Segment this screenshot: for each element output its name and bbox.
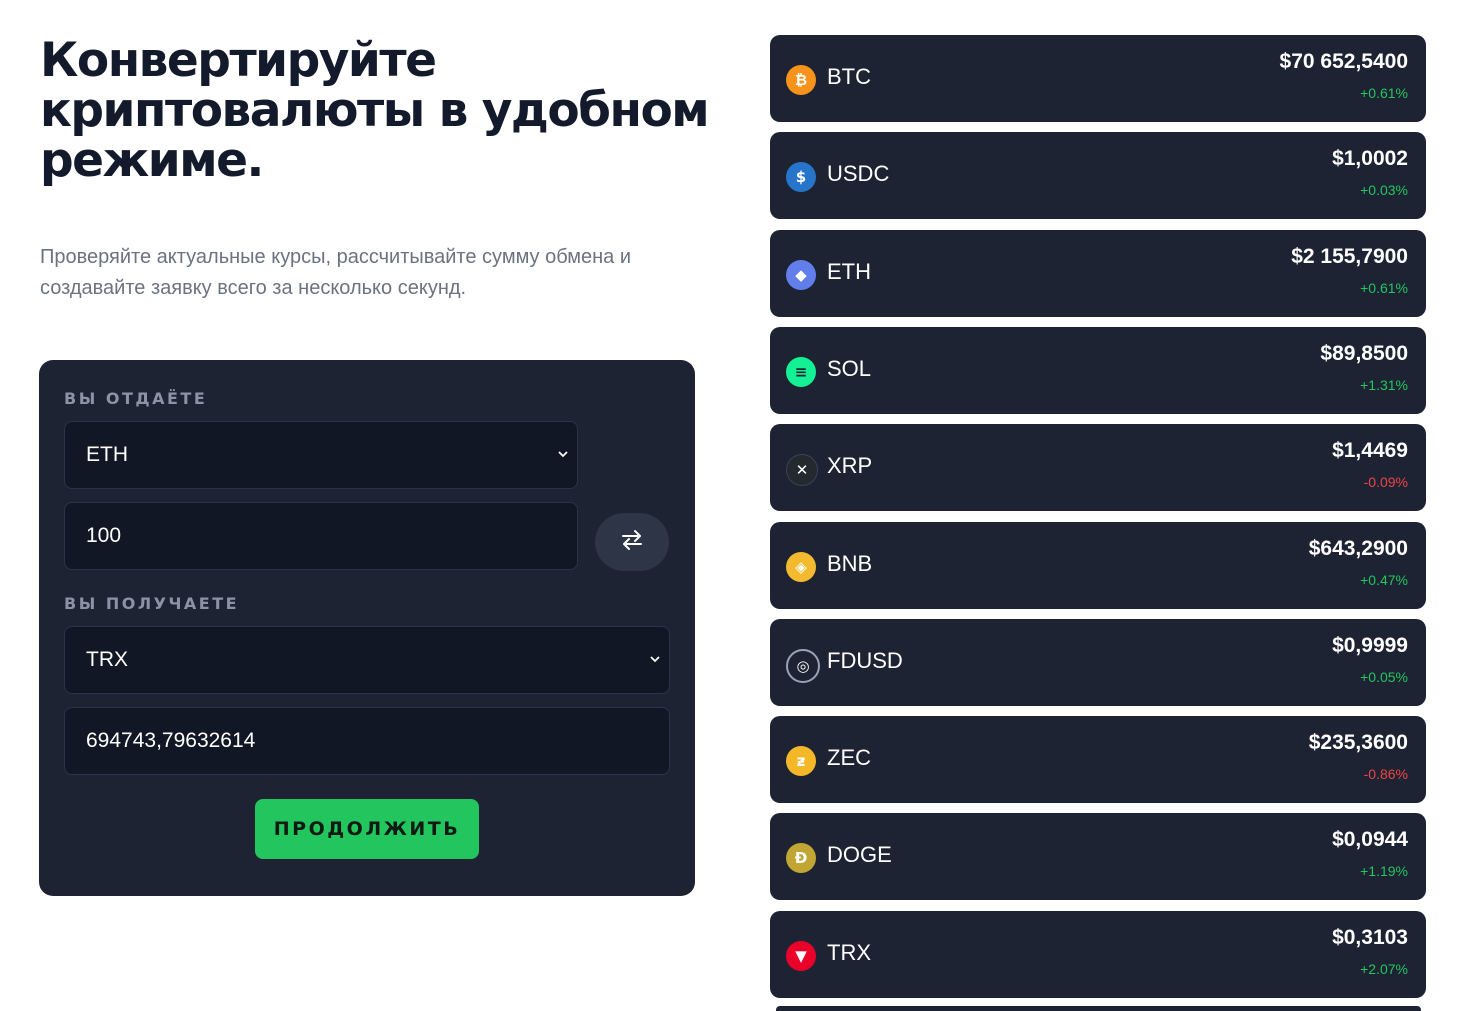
- coin-change: -0.86%: [1363, 766, 1408, 782]
- coin-change: +0.61%: [1360, 85, 1408, 101]
- coin-symbol: TRX: [827, 940, 871, 965]
- coin-change: +0.47%: [1360, 572, 1408, 588]
- converter-panel: ВЫ ОТДАЁТЕ ETH 100 ВЫ ПОЛУЧАЕТЕ TRX 6947…: [39, 360, 695, 896]
- usdc-icon: $: [786, 162, 816, 192]
- coin-change: +0.61%: [1360, 280, 1408, 296]
- get-amount-output[interactable]: 694743,79632614: [64, 707, 670, 775]
- rate-card-usdc[interactable]: $ USDC $1,0002 +0.03%: [770, 132, 1426, 219]
- coin-symbol: BTC: [827, 64, 871, 89]
- coin-change: -0.09%: [1363, 474, 1408, 490]
- coin-change: +0.05%: [1360, 669, 1408, 685]
- coin-price: $0,0944: [1332, 828, 1408, 851]
- coin-symbol: ZEC: [827, 745, 871, 770]
- coin-change: +0.03%: [1360, 182, 1408, 198]
- swap-button[interactable]: [595, 513, 669, 571]
- coin-change: +2.07%: [1360, 961, 1408, 977]
- get-label: ВЫ ПОЛУЧАЕТЕ: [64, 594, 240, 613]
- coin-symbol: XRP: [827, 453, 873, 478]
- rate-card-partial: [776, 1006, 1421, 1011]
- bnb-icon: ◈: [786, 552, 816, 582]
- tron-icon: ▼: [786, 941, 816, 971]
- ethereum-icon: ◆: [786, 260, 816, 290]
- give-label: ВЫ ОТДАЁТЕ: [64, 389, 208, 408]
- give-currency-select[interactable]: ETH: [64, 421, 578, 489]
- bitcoin-icon: ₿: [786, 65, 816, 95]
- rate-card-trx[interactable]: ▼ TRX $0,3103 +2.07%: [770, 911, 1426, 998]
- coin-price: $1,4469: [1332, 439, 1408, 462]
- swap-arrows-icon: [620, 529, 644, 556]
- coin-price: $0,9999: [1332, 634, 1408, 657]
- get-currency-value: TRX: [86, 648, 128, 671]
- page-subtitle: Проверяйте актуальные курсы, рассчитывай…: [40, 246, 632, 299]
- coin-symbol: BNB: [827, 551, 873, 576]
- rate-card-eth[interactable]: ◆ ETH $2 155,7900 +0.61%: [770, 230, 1426, 317]
- give-amount-input[interactable]: 100: [64, 502, 578, 570]
- dogecoin-icon: Ð: [786, 843, 816, 873]
- get-currency-select[interactable]: TRX: [64, 626, 670, 694]
- page: Конвертируйте криптовалюты в удобном реж…: [0, 0, 1481, 1011]
- xrp-icon: ✕: [786, 454, 818, 486]
- rate-card-xrp[interactable]: ✕ XRP $1,4469 -0.09%: [770, 424, 1426, 511]
- rate-card-sol[interactable]: ≡ SOL $89,8500 +1.31%: [770, 327, 1426, 414]
- coin-price: $89,8500: [1320, 342, 1408, 365]
- coin-symbol: ETH: [827, 259, 871, 284]
- rate-card-doge[interactable]: Ð DOGE $0,0944 +1.19%: [770, 813, 1426, 900]
- coin-price: $70 652,5400: [1279, 50, 1408, 73]
- give-amount-value: 100: [86, 524, 122, 547]
- coin-symbol: USDC: [827, 161, 890, 186]
- coin-symbol: FDUSD: [827, 648, 903, 673]
- coin-symbol: SOL: [827, 356, 872, 381]
- coin-change: +1.31%: [1360, 377, 1408, 393]
- rate-card-fdusd[interactable]: ◎ FDUSD $0,9999 +0.05%: [770, 619, 1426, 706]
- coin-change: +1.19%: [1360, 863, 1408, 879]
- rate-card-zec[interactable]: ƶ ZEC $235,3600 -0.86%: [770, 716, 1426, 803]
- coin-symbol: DOGE: [827, 842, 892, 867]
- coin-price: $1,0002: [1332, 147, 1408, 170]
- solana-icon: ≡: [786, 357, 816, 387]
- rate-card-bnb[interactable]: ◈ BNB $643,2900 +0.47%: [770, 522, 1426, 609]
- coin-price: $0,3103: [1332, 926, 1408, 949]
- coin-price: $235,3600: [1308, 731, 1408, 754]
- get-amount-value: 694743,79632614: [86, 729, 256, 752]
- coin-price: $643,2900: [1308, 537, 1408, 560]
- continue-button[interactable]: ПРОДОЛЖИТЬ: [255, 799, 479, 859]
- page-title: Конвертируйте криптовалюты в удобном реж…: [40, 33, 710, 188]
- coin-price: $2 155,7900: [1291, 245, 1408, 268]
- fdusd-icon: ◎: [786, 649, 820, 683]
- give-currency-value: ETH: [86, 443, 128, 466]
- zcash-icon: ƶ: [786, 746, 816, 776]
- rate-card-btc[interactable]: ₿ BTC $70 652,5400 +0.61%: [770, 35, 1426, 122]
